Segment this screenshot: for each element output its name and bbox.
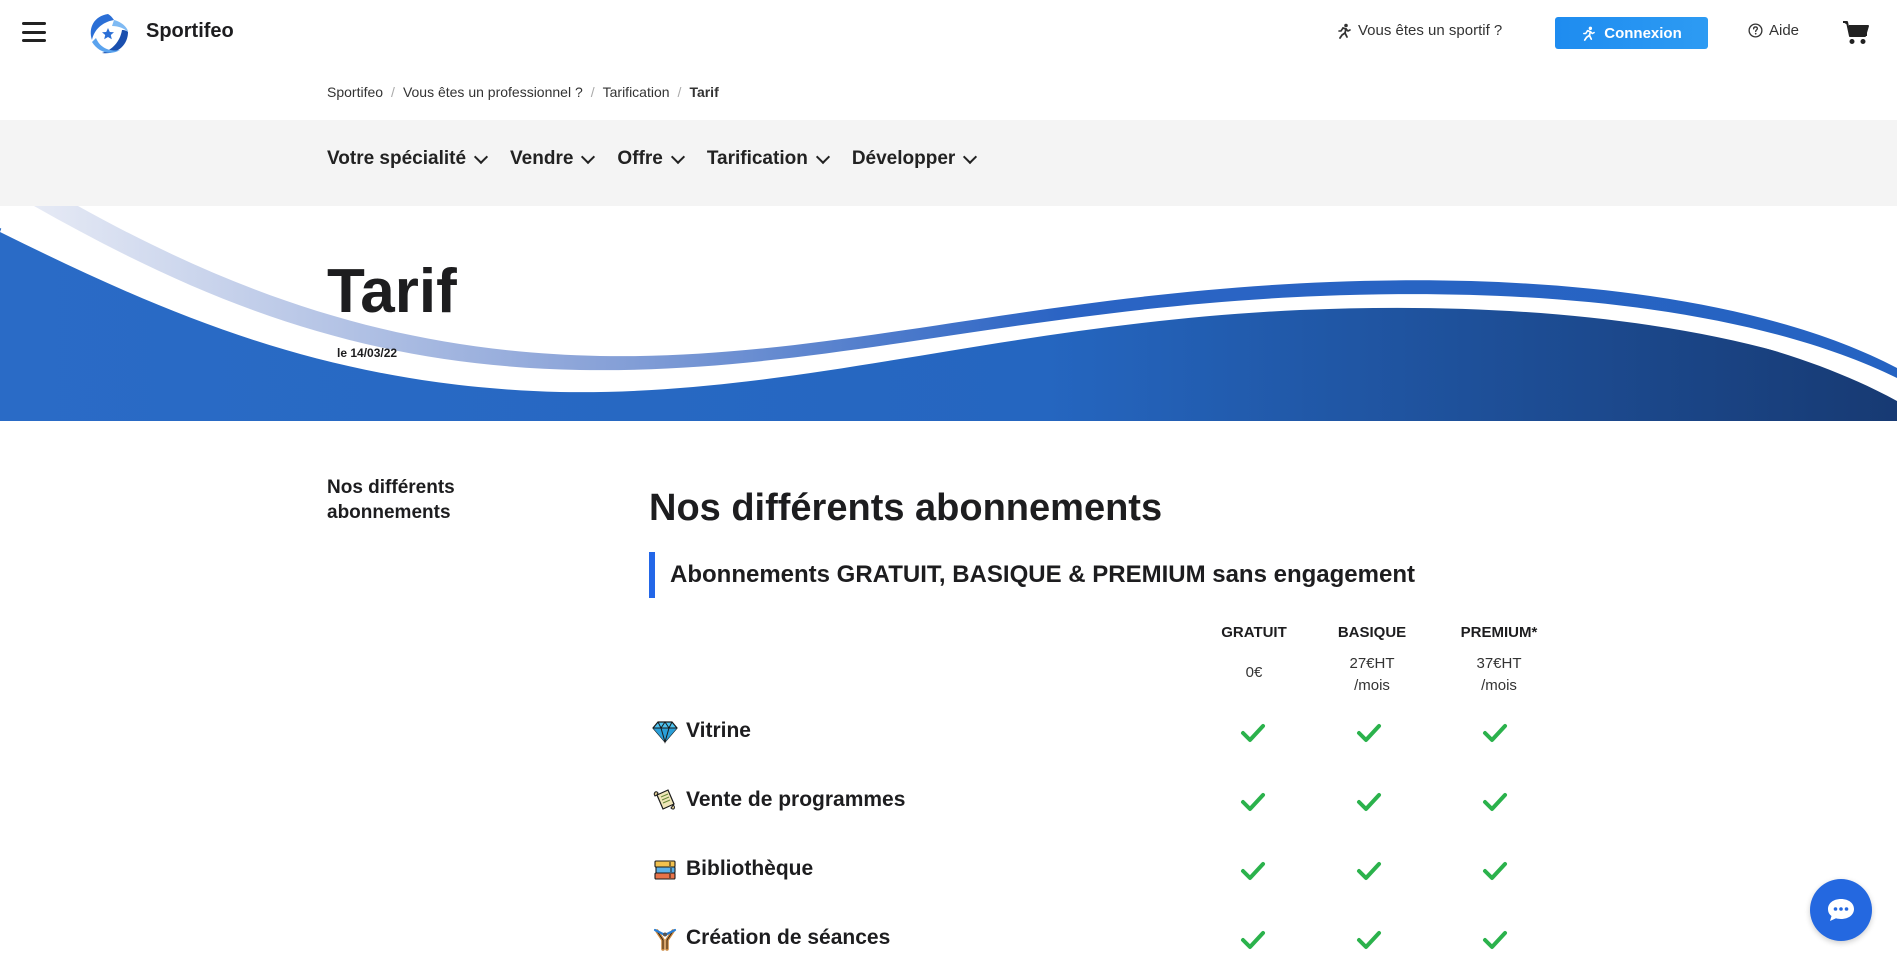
menu-icon[interactable] bbox=[22, 22, 46, 42]
plan-price-value: 37€HT bbox=[1476, 655, 1522, 672]
hero-banner: Tarif le 14/03/22 bbox=[0, 206, 1897, 421]
check-icon bbox=[1241, 862, 1265, 880]
check-icon bbox=[1357, 793, 1381, 811]
nav-item-developper[interactable]: Développer bbox=[851, 148, 978, 170]
breadcrumb-separator: / bbox=[677, 84, 682, 100]
plan-premium-price: 37€HT /mois bbox=[1444, 653, 1554, 697]
nav-item-label: Développer bbox=[851, 148, 956, 169]
aide-link-label: Aide bbox=[1769, 22, 1800, 39]
feature-label: Création de séances bbox=[652, 925, 890, 951]
nav-item-label: Tarification bbox=[706, 148, 808, 169]
brand-name[interactable]: Sportifeo bbox=[146, 20, 234, 43]
check-icon bbox=[1357, 931, 1381, 949]
breadcrumb-separator: / bbox=[391, 84, 395, 100]
main-nav-bar: Votre spécialité Vendre Offre Tarificati… bbox=[0, 120, 1897, 206]
breadcrumb-tarification[interactable]: Tarification bbox=[603, 84, 670, 100]
cart-icon[interactable] bbox=[1842, 20, 1870, 46]
wave-decoration bbox=[0, 206, 1897, 421]
gem-icon bbox=[652, 721, 678, 744]
plan-basique-name: BASIQUE bbox=[1337, 624, 1407, 641]
nav-item-vendre[interactable]: Vendre bbox=[510, 148, 596, 170]
nav-item-tarification[interactable]: Tarification bbox=[706, 148, 830, 170]
feature-label-text: Vitrine bbox=[686, 719, 751, 742]
scroll-icon bbox=[653, 789, 675, 810]
feature-label-text: Vente de programmes bbox=[686, 788, 906, 811]
sidebar-item-abonnements[interactable]: Nos différents abonnements bbox=[327, 475, 507, 525]
page-date: le 14/03/22 bbox=[337, 346, 398, 360]
plan-price-value: 27€HT bbox=[1349, 655, 1395, 672]
feature-row-bibliotheque: Bibliothèque bbox=[652, 850, 1552, 890]
connexion-button[interactable]: Connexion bbox=[1555, 17, 1708, 49]
check-icon bbox=[1241, 793, 1265, 811]
books-icon bbox=[654, 860, 676, 880]
chevron-down-icon bbox=[473, 149, 489, 164]
plan-premium-name: PREMIUM* bbox=[1460, 624, 1538, 641]
chevron-down-icon bbox=[815, 149, 830, 164]
plan-price-period: /mois bbox=[1481, 677, 1517, 694]
sportif-link-label: Vous êtes un sportif ? bbox=[1358, 22, 1503, 39]
plan-price-value: 0€ bbox=[1245, 664, 1263, 681]
connexion-button-label: Connexion bbox=[1604, 24, 1682, 42]
running-icon bbox=[1583, 26, 1596, 41]
running-icon bbox=[1338, 23, 1351, 39]
check-icon bbox=[1483, 931, 1507, 949]
plan-gratuit-price: 0€ bbox=[1199, 662, 1309, 684]
nav-item-offre[interactable]: Offre bbox=[617, 148, 685, 170]
breadcrumb-separator: / bbox=[590, 84, 595, 100]
chevron-down-icon bbox=[670, 149, 685, 164]
chat-button[interactable] bbox=[1810, 879, 1872, 941]
breadcrumb-sportifeo[interactable]: Sportifeo bbox=[327, 84, 383, 100]
nav-item-specialite[interactable]: Votre spécialité bbox=[327, 148, 489, 170]
page-title: Tarif bbox=[327, 257, 457, 326]
nav-item-label: Vendre bbox=[510, 148, 574, 169]
feature-label-text: Création de séances bbox=[686, 926, 891, 949]
section-title: Nos différents abonnements bbox=[649, 487, 1163, 529]
check-icon bbox=[1483, 724, 1507, 742]
check-icon bbox=[1483, 862, 1507, 880]
feature-label-text: Bibliothèque bbox=[686, 857, 814, 880]
sportif-link[interactable]: Vous êtes un sportif ? bbox=[1336, 22, 1502, 39]
nav-item-label: Votre spécialité bbox=[327, 148, 467, 169]
chevron-down-icon bbox=[963, 149, 978, 164]
check-icon bbox=[1357, 862, 1381, 880]
chat-bubble-icon bbox=[1828, 899, 1854, 921]
sportifeo-logo-icon[interactable] bbox=[84, 10, 132, 58]
nav-item-label: Offre bbox=[617, 148, 663, 169]
feature-label: Vente de programmes bbox=[652, 787, 905, 813]
breadcrumb-professionnel[interactable]: Vous êtes un professionnel ? bbox=[403, 84, 583, 100]
main-nav: Votre spécialité Vendre Offre Tarificati… bbox=[327, 148, 978, 170]
feature-row-vente-programmes: Vente de programmes bbox=[652, 781, 1552, 821]
feature-label: Bibliothèque bbox=[652, 856, 813, 882]
help-circle-icon bbox=[1748, 23, 1763, 38]
feature-row-creation-seances: Création de séances bbox=[652, 919, 1552, 959]
breadcrumb-current: Tarif bbox=[689, 84, 719, 100]
plan-price-period: /mois bbox=[1354, 677, 1390, 694]
feature-label: Vitrine bbox=[652, 718, 751, 744]
breadcrumb: Sportifeo / Vous êtes un professionnel ?… bbox=[327, 84, 719, 100]
check-icon bbox=[1483, 793, 1507, 811]
top-header: Sportifeo Vous êtes un sportif ? Connexi… bbox=[0, 0, 1897, 66]
check-icon bbox=[1241, 724, 1265, 742]
slingshot-icon bbox=[653, 928, 677, 951]
check-icon bbox=[1357, 724, 1381, 742]
plan-gratuit-name: GRATUIT bbox=[1221, 624, 1287, 641]
section-subtitle: Abonnements GRATUIT, BASIQUE & PREMIUM s… bbox=[649, 552, 1415, 598]
plan-basique-price: 27€HT /mois bbox=[1317, 653, 1427, 697]
feature-row-vitrine: Vitrine bbox=[652, 712, 1552, 752]
chevron-down-icon bbox=[581, 149, 596, 164]
aide-link[interactable]: Aide bbox=[1748, 22, 1799, 39]
check-icon bbox=[1241, 931, 1265, 949]
